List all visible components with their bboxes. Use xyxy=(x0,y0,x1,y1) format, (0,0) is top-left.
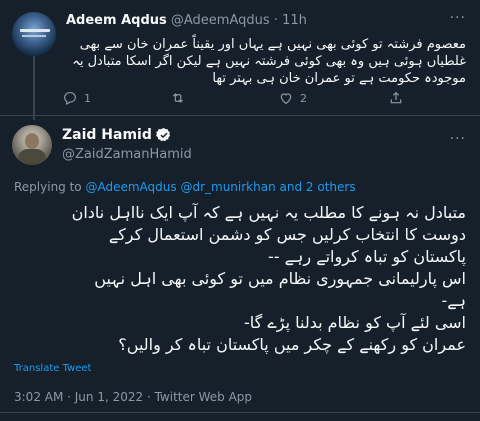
share-icon xyxy=(390,91,402,104)
avatar[interactable] xyxy=(12,125,52,165)
tweet-text: متبادل نہ ہونے کا مطلب یہ نہیں ہے کہ آپ … xyxy=(14,202,466,356)
more-options-icon[interactable]: ··· xyxy=(450,131,466,147)
reply-author-name[interactable]: Adeem Aqdus xyxy=(66,13,167,28)
reply-time[interactable]: 11h xyxy=(282,13,307,28)
reply-count: 1 xyxy=(84,91,91,105)
share-action-button[interactable] xyxy=(388,90,404,106)
retweet-action-button[interactable] xyxy=(170,90,192,106)
replying-others-link[interactable]: and 2 others xyxy=(280,180,356,194)
main-author-handle[interactable]: @ZaidZamanHamid xyxy=(62,147,192,162)
main-author-name[interactable]: Zaid Hamid xyxy=(62,127,152,143)
replying-users-link[interactable]: @AdeemAqdus @dr_munirkhan xyxy=(85,180,275,194)
main-author-name-row[interactable]: Zaid Hamid xyxy=(62,127,172,143)
reply-actions: 1 2 xyxy=(62,90,422,110)
tweet-text-line: پاکستان کو تباہ کرواتے رہے -- xyxy=(268,247,466,266)
comment-icon xyxy=(64,92,76,106)
reply-author-handle[interactable]: @AdeemAqdus xyxy=(171,13,270,28)
avatar-image-detail xyxy=(22,35,46,37)
tweet-timestamp[interactable]: 3:02 AM · Jun 1, 2022 · Twitter Web App xyxy=(14,390,252,404)
avatar-image-detail xyxy=(20,29,50,32)
verified-badge-icon xyxy=(155,128,170,142)
more-options-icon[interactable]: ··· xyxy=(450,10,466,26)
tweet-text-line: اس پارلیمانی جمہوری نظام میں تو کوئی بھی… xyxy=(94,269,466,288)
replying-to: Replying to @AdeemAqdus @dr_munirkhan an… xyxy=(14,180,356,194)
tweet-text-line: ہے- xyxy=(441,291,466,310)
avatar[interactable] xyxy=(12,12,56,56)
tweet-text-line: متبادل نہ ہونے کا مطلب یہ نہیں ہے کہ آپ … xyxy=(71,203,466,222)
tweet-text-line: اسی لئے آپ کو نظام بدلنا پڑے گا- xyxy=(244,313,466,332)
reply-text: معصوم فرشتہ تو کوئی بھی نہیں ہے یہاں اور… xyxy=(72,37,466,86)
replying-prefix: Replying to xyxy=(14,180,82,194)
avatar-image-detail xyxy=(18,149,46,165)
separator-dot: · xyxy=(273,13,278,28)
tweet-text-line: دوست کا انتخاب کرلیں جس کو دشمن استعمال … xyxy=(108,225,466,244)
tweet-text-line: عمران کو رکھنے کے چکر میں پاکستان تباہ ک… xyxy=(118,335,466,354)
reply-header: Adeem Aqdus @AdeemAqdus · 11h xyxy=(66,13,307,28)
like-action-button[interactable]: 2 xyxy=(278,90,307,106)
retweet-icon xyxy=(172,93,184,103)
divider xyxy=(0,412,480,413)
like-count: 2 xyxy=(300,91,307,105)
translate-tweet-link[interactable]: Translate Tweet xyxy=(14,363,91,374)
reply-action-button[interactable]: 1 xyxy=(62,90,91,106)
reply-tweet[interactable]: Adeem Aqdus @AdeemAqdus · 11h ··· معصوم … xyxy=(0,0,480,120)
avatar-image-detail xyxy=(25,133,39,149)
heart-icon xyxy=(280,93,292,105)
